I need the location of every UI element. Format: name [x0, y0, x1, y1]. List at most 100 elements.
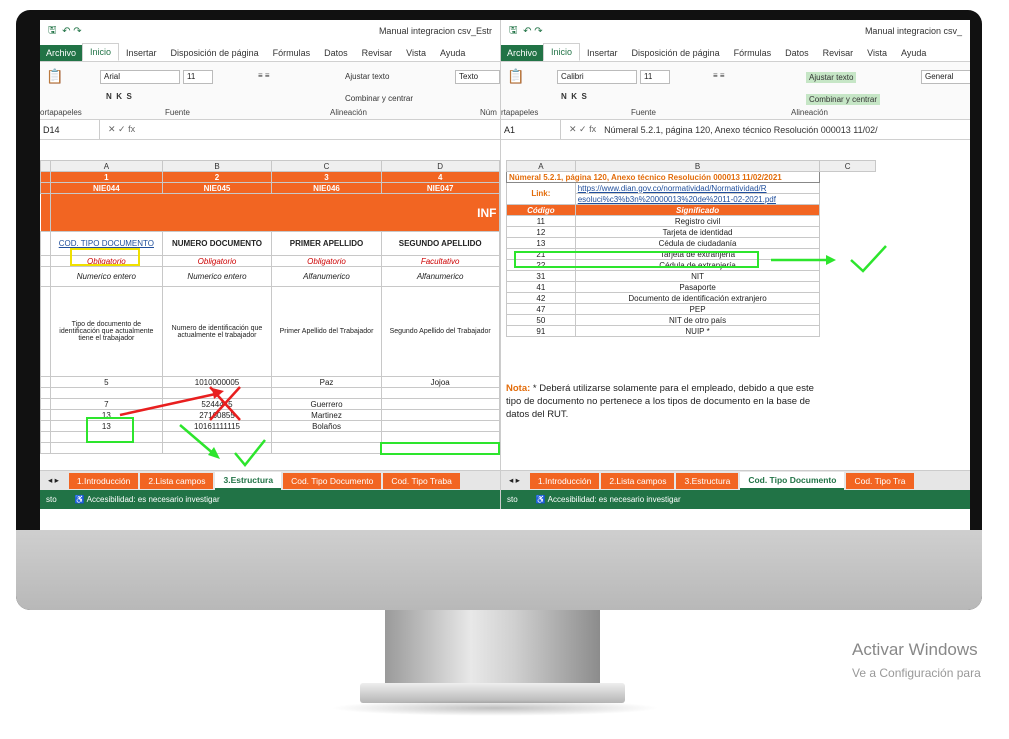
- link-line-2[interactable]: esoluci%c3%b3n%20000013%20de%2011-02-202…: [574, 193, 821, 205]
- accessibility-icon[interactable]: ♿: [74, 495, 84, 504]
- table-cell[interactable]: NIT de otro país: [574, 314, 821, 326]
- sheet-tab-active[interactable]: 3.Estructura: [215, 471, 282, 490]
- save-icon[interactable]: 🖫: [48, 23, 57, 40]
- table-cell[interactable]: NIE046: [271, 182, 382, 194]
- undo-icon[interactable]: ↶: [523, 26, 531, 37]
- table-cell[interactable]: Bolaños: [271, 420, 382, 432]
- table-cell[interactable]: NUMERO DOCUMENTO: [161, 231, 273, 256]
- table-cell[interactable]: Numerico entero: [49, 266, 163, 287]
- tab-revisar[interactable]: Revisar: [355, 45, 400, 61]
- tab-ayuda[interactable]: Ayuda: [433, 45, 472, 61]
- table-cell[interactable]: Guerrero: [271, 398, 382, 410]
- align-icon[interactable]: ≡ ≡: [258, 71, 270, 80]
- tab-insertar[interactable]: Insertar: [119, 45, 164, 61]
- table-cell[interactable]: Facultativo: [380, 255, 500, 267]
- merge-center-button[interactable]: Combinar y centrar: [345, 94, 413, 103]
- sheet-tab[interactable]: 2.Lista campos: [140, 472, 214, 489]
- tab-formulas[interactable]: Fórmulas: [727, 45, 779, 61]
- accessibility-status[interactable]: Accesibilidad: es necesario investigar: [87, 495, 220, 504]
- col-header[interactable]: C: [271, 160, 382, 172]
- tab-disposicion[interactable]: Disposición de página: [164, 45, 266, 61]
- table-cell[interactable]: 47: [506, 303, 576, 315]
- scroll-left-icon[interactable]: ◂ ▸: [501, 472, 528, 489]
- table-cell[interactable]: Alfanumerico: [380, 266, 500, 287]
- table-cell[interactable]: 42: [506, 292, 576, 304]
- table-cell[interactable]: 13: [506, 237, 576, 249]
- table-cell[interactable]: Obligatorio: [161, 255, 273, 267]
- table-cell[interactable]: 3: [271, 171, 382, 183]
- table-cell[interactable]: 41: [506, 281, 576, 293]
- sheet-tab-active[interactable]: Cod. Tipo Documento: [740, 471, 845, 490]
- table-cell[interactable]: NIE044: [49, 182, 163, 194]
- sheet-tab[interactable]: Cod. Tipo Documento: [283, 472, 382, 489]
- table-cell[interactable]: Documento de identificación extranjero: [574, 292, 821, 304]
- font-size-box[interactable]: 11: [183, 70, 213, 84]
- tab-disposicion[interactable]: Disposición de página: [625, 45, 727, 61]
- header-significado[interactable]: Significado: [574, 204, 821, 216]
- wrap-text-button[interactable]: Ajustar texto: [345, 72, 389, 81]
- table-cell[interactable]: NUIP *: [574, 325, 821, 337]
- table-cell[interactable]: Tipo de documento de identificación que …: [49, 286, 163, 377]
- number-format-box[interactable]: General: [921, 70, 970, 84]
- table-cell[interactable]: PEP: [574, 303, 821, 315]
- table-cell[interactable]: Numerico entero: [161, 266, 273, 287]
- name-box[interactable]: D14: [40, 120, 100, 139]
- tab-vista[interactable]: Vista: [399, 45, 433, 61]
- table-cell[interactable]: 50: [506, 314, 576, 326]
- tab-inicio[interactable]: Inicio: [543, 43, 581, 61]
- tab-archivo[interactable]: Archivo: [40, 45, 83, 61]
- tab-datos[interactable]: Datos: [317, 45, 355, 61]
- wrap-text-button[interactable]: Ajustar texto: [806, 72, 857, 83]
- tab-inicio[interactable]: Inicio: [82, 43, 120, 61]
- sheet-tab[interactable]: 1.Introducción: [68, 472, 139, 489]
- table-cell[interactable]: Tarjeta de identidad: [574, 226, 821, 238]
- table-cell[interactable]: NIE045: [161, 182, 273, 194]
- formula-content[interactable]: Númeral 5.2.1, página 120, Anexo técnico…: [604, 125, 878, 135]
- header-codigo[interactable]: Código: [506, 204, 576, 216]
- table-cell[interactable]: Pasaporte: [574, 281, 821, 293]
- table-cell[interactable]: Registro civil: [574, 215, 821, 227]
- align-icon[interactable]: ≡ ≡: [713, 71, 725, 80]
- tab-formulas[interactable]: Fórmulas: [266, 45, 318, 61]
- table-cell[interactable]: 91: [506, 325, 576, 337]
- font-size-box[interactable]: 11: [640, 70, 670, 84]
- table-cell[interactable]: 12: [506, 226, 576, 238]
- table-cell[interactable]: Martinez: [271, 409, 382, 421]
- fx-icon[interactable]: ✕ ✓ fx: [561, 124, 604, 135]
- col-header[interactable]: B: [161, 160, 273, 172]
- font-name-box[interactable]: Arial: [100, 70, 180, 84]
- accessibility-icon[interactable]: ♿: [535, 495, 545, 504]
- col-header[interactable]: B: [574, 160, 821, 172]
- table-cell[interactable]: Jojoa: [380, 376, 500, 388]
- table-cell[interactable]: Obligatorio: [271, 255, 382, 267]
- bold-button[interactable]: N K S: [561, 92, 587, 101]
- table-cell[interactable]: Segundo Apellido del Trabajador: [380, 286, 500, 377]
- table-cell[interactable]: PRIMER APELLIDO: [271, 231, 382, 256]
- fx-icon[interactable]: ✕ ✓ fx: [100, 124, 143, 135]
- reference-text[interactable]: Númeral 5.2.1, página 120, Anexo técnico…: [505, 171, 821, 183]
- table-cell[interactable]: 31: [506, 270, 576, 282]
- table-cell[interactable]: NIE047: [380, 182, 500, 194]
- table-cell[interactable]: 11: [506, 215, 576, 227]
- tab-archivo[interactable]: Archivo: [501, 45, 544, 61]
- scroll-left-icon[interactable]: ◂ ▸: [40, 472, 67, 489]
- table-cell[interactable]: 2: [161, 171, 273, 183]
- redo-icon[interactable]: ↷: [73, 26, 81, 37]
- col-header[interactable]: A: [506, 160, 576, 172]
- tab-insertar[interactable]: Insertar: [580, 45, 625, 61]
- table-cell[interactable]: Numero de identificación que actualmente…: [161, 286, 273, 377]
- merge-center-button[interactable]: Combinar y centrar: [806, 94, 881, 105]
- paste-icon[interactable]: 📋: [507, 68, 524, 85]
- table-cell[interactable]: 1: [49, 171, 163, 183]
- sheet-tab[interactable]: Cod. Tipo Traba: [383, 472, 460, 489]
- name-box[interactable]: A1: [501, 120, 561, 139]
- paste-icon[interactable]: 📋: [46, 68, 63, 85]
- font-name-box[interactable]: Calibri: [557, 70, 637, 84]
- undo-icon[interactable]: ↶: [62, 26, 70, 37]
- number-format-box[interactable]: Texto: [455, 70, 500, 84]
- col-header[interactable]: A: [49, 160, 163, 172]
- sheet-tab[interactable]: 3.Estructura: [676, 472, 739, 489]
- tab-ayuda[interactable]: Ayuda: [894, 45, 933, 61]
- accessibility-status[interactable]: Accesibilidad: es necesario investigar: [548, 495, 681, 504]
- link-line-1[interactable]: https://www.dian.gov.co/normatividad/Nor…: [574, 182, 821, 194]
